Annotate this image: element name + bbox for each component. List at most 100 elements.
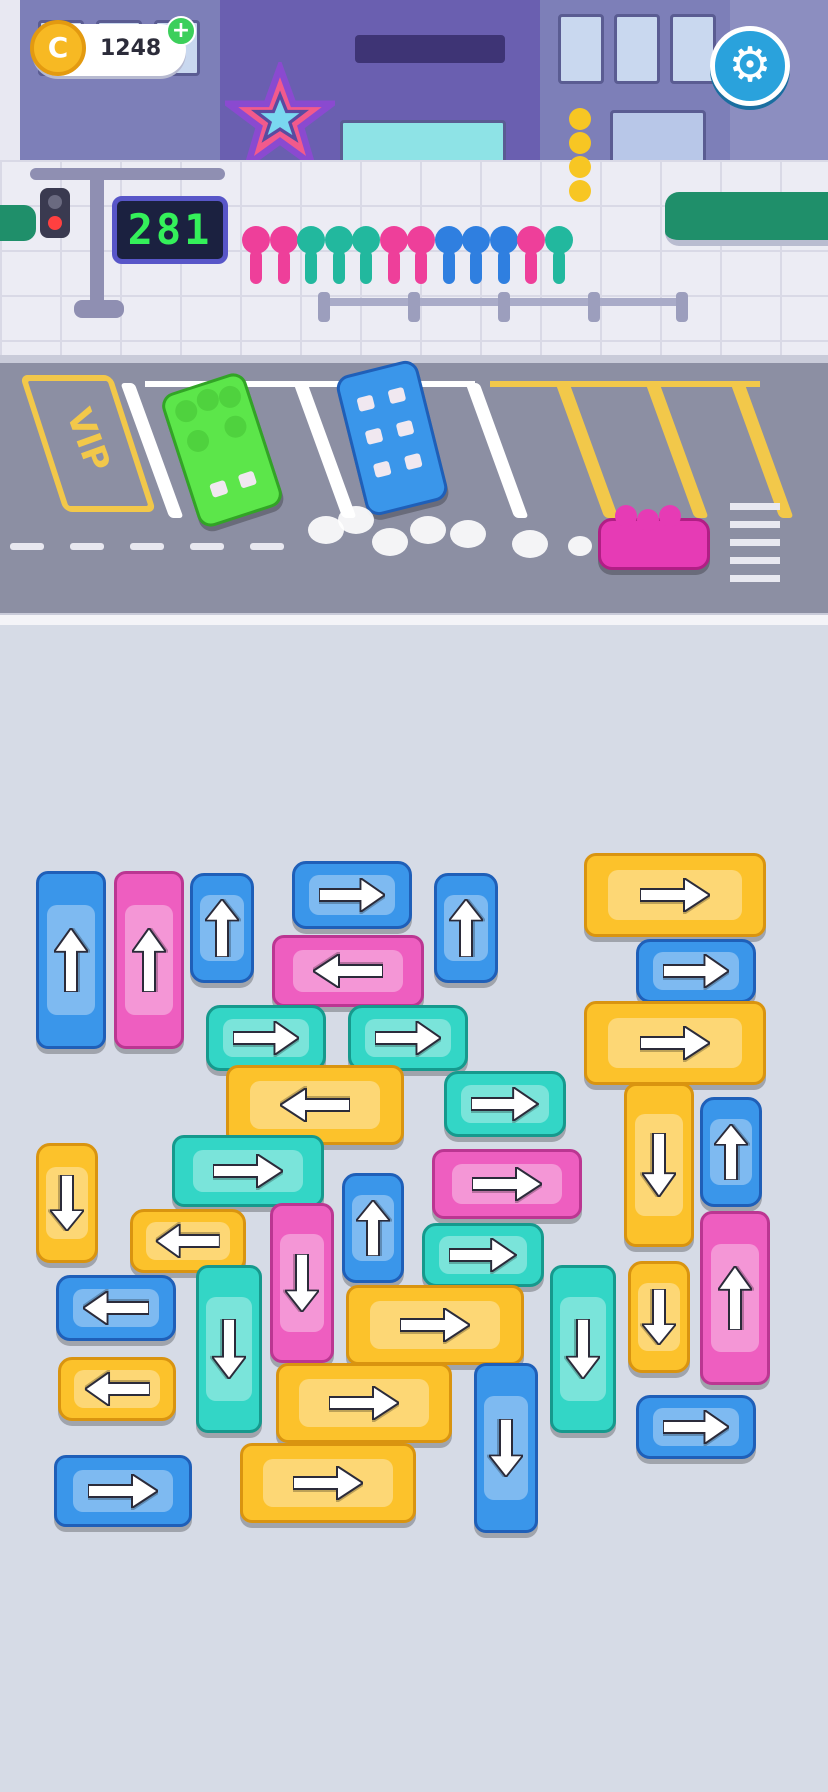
exhaust-smoke	[512, 530, 548, 558]
arrow-right-icon	[279, 1366, 449, 1440]
gear-icon: ⚙	[728, 37, 772, 93]
queue-passenger	[434, 226, 463, 288]
arrow-up-icon	[345, 1176, 401, 1280]
arrow-down-icon	[477, 1366, 535, 1530]
arrow-down-icon	[553, 1268, 613, 1430]
arrow-down-icon	[199, 1268, 259, 1430]
passenger	[569, 108, 591, 130]
arrow-down-icon	[627, 1086, 691, 1244]
blue-bus-up[interactable]	[36, 871, 106, 1049]
yellow-bus-right[interactable]	[584, 853, 766, 937]
pink-bus-left[interactable]	[272, 935, 424, 1007]
blue-car-left[interactable]	[56, 1275, 176, 1341]
building-sign	[355, 35, 505, 63]
exhaust-smoke	[410, 516, 446, 544]
building-window	[614, 14, 660, 84]
arrow-right-icon	[349, 1288, 521, 1362]
building-window	[670, 14, 716, 84]
arrow-up-icon	[39, 874, 103, 1046]
queue-passenger	[379, 226, 408, 288]
yellow-bus-right[interactable]	[584, 1001, 766, 1085]
blue-car-up[interactable]	[342, 1173, 404, 1283]
sign-pole	[90, 172, 104, 317]
cargo-box	[403, 452, 423, 471]
teal-car-right[interactable]	[422, 1223, 544, 1287]
settings-button[interactable]: ⚙	[710, 26, 790, 106]
add-coins-button[interactable]: +	[166, 16, 196, 46]
blue-car-up[interactable]	[434, 873, 498, 983]
teal-car-right[interactable]	[444, 1071, 566, 1137]
crosswalk-stripe	[730, 557, 780, 564]
parking-line-top-yellow	[490, 381, 760, 387]
yellow-bus-right[interactable]	[240, 1443, 416, 1523]
passenger-counter: 281	[112, 196, 228, 264]
pink-bus-right[interactable]	[432, 1149, 582, 1219]
blue-car-right[interactable]	[636, 939, 756, 1003]
teal-bus-right[interactable]	[172, 1135, 324, 1207]
blue-car-right[interactable]	[292, 861, 412, 929]
railing-post	[498, 292, 510, 322]
passenger	[184, 427, 212, 455]
divider	[0, 615, 828, 625]
arrow-right-icon	[639, 942, 753, 1000]
yellow-bus-right[interactable]	[346, 1285, 524, 1365]
yellow-bus-left[interactable]	[226, 1065, 404, 1145]
cargo-box	[364, 427, 384, 446]
teal-bus-down[interactable]	[196, 1265, 262, 1433]
passenger	[193, 386, 222, 414]
arrow-left-icon	[133, 1212, 243, 1270]
road-dash	[70, 543, 104, 550]
passenger	[216, 383, 244, 411]
yellow-car-left[interactable]	[130, 1209, 246, 1273]
sign-arm	[30, 168, 225, 180]
star-sign-icon	[225, 62, 335, 172]
coin-icon: C	[30, 20, 86, 76]
yellow-car-down[interactable]	[628, 1261, 690, 1373]
railing-post	[588, 292, 600, 322]
arrow-right-icon	[243, 1446, 413, 1520]
pink-bus-up[interactable]	[700, 1211, 770, 1385]
arrow-up-icon	[703, 1100, 759, 1204]
arrow-up-icon	[703, 1214, 767, 1382]
yellow-bus-down[interactable]	[624, 1083, 694, 1247]
game-board	[0, 625, 828, 1792]
arrow-up-icon	[193, 876, 251, 980]
passenger	[637, 509, 659, 531]
arrow-left-icon	[61, 1360, 173, 1418]
teal-bus-down[interactable]	[550, 1265, 616, 1433]
queue-passenger	[462, 226, 490, 288]
arrow-right-icon	[175, 1138, 321, 1204]
cargo-box	[356, 394, 376, 413]
teal-car-right[interactable]	[348, 1005, 468, 1071]
yellow-car-down[interactable]	[36, 1143, 98, 1263]
blue-bus-right[interactable]	[54, 1455, 192, 1527]
passenger	[659, 505, 681, 527]
arrow-right-icon	[435, 1152, 579, 1216]
queue-passenger	[489, 226, 518, 288]
pink-bus-down[interactable]	[270, 1203, 334, 1363]
blue-bus-down[interactable]	[474, 1363, 538, 1533]
parking-line	[645, 383, 709, 518]
road-dash	[130, 543, 164, 550]
cargo-box	[387, 386, 407, 405]
arrow-right-icon	[209, 1008, 323, 1068]
yellow-car-left[interactable]	[58, 1357, 176, 1421]
blue-car-right[interactable]	[636, 1395, 756, 1459]
queue-passenger	[352, 226, 380, 288]
yellow-bus-right[interactable]	[276, 1363, 452, 1443]
blue-car-up[interactable]	[700, 1097, 762, 1207]
cargo-box	[372, 460, 392, 479]
arrow-down-icon	[39, 1146, 95, 1260]
arrow-right-icon	[587, 856, 763, 934]
exhaust-smoke	[568, 536, 592, 556]
blue-car-up[interactable]	[190, 873, 254, 983]
traffic-light-red-lamp	[48, 216, 62, 230]
crosswalk-stripe	[730, 539, 780, 546]
planter	[0, 205, 36, 241]
arrow-right-icon	[425, 1226, 541, 1284]
cargo-box	[209, 479, 229, 499]
teal-car-right[interactable]	[206, 1005, 326, 1071]
coin-balance: C 1248 +	[30, 16, 196, 76]
pink-bus-up[interactable]	[114, 871, 184, 1049]
parking-line	[465, 383, 529, 518]
